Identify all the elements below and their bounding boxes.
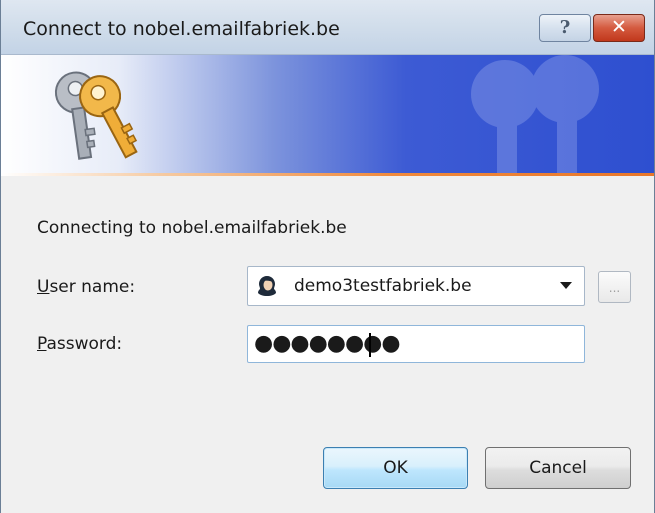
password-label-accel: P — [37, 334, 47, 354]
dialog-window: Connect to nobel.emailfabriek.be ? ✕ Con… — [0, 0, 655, 513]
password-label-rest: assword: — [46, 334, 123, 354]
username-combobox[interactable]: demo3testfabriek.be — [247, 266, 585, 306]
browse-credentials-button[interactable]: ... — [598, 271, 631, 303]
close-icon: ✕ — [611, 16, 627, 38]
user-icon — [258, 276, 276, 296]
close-button[interactable]: ✕ — [593, 14, 645, 42]
help-button[interactable]: ? — [539, 14, 591, 42]
window-title: Connect to nobel.emailfabriek.be — [23, 18, 340, 40]
username-label-rest: ser name: — [49, 277, 136, 297]
username-label-accel: U — [37, 277, 50, 297]
cancel-button[interactable]: Cancel — [485, 447, 631, 489]
dialog-content: Connecting to nobel.emailfabriek.be User… — [1, 176, 654, 513]
header-banner — [1, 55, 654, 173]
username-value: demo3testfabriek.be — [294, 276, 472, 296]
help-icon: ? — [559, 17, 571, 38]
password-label: Password: — [37, 334, 122, 354]
chevron-down-icon[interactable] — [560, 282, 572, 289]
ok-button[interactable]: OK — [323, 447, 468, 489]
keys-icon — [54, 71, 138, 160]
keys-watermark-icon — [471, 55, 599, 173]
connecting-text: Connecting to nobel.emailfabriek.be — [37, 218, 347, 238]
title-bar[interactable]: Connect to nobel.emailfabriek.be ? ✕ — [1, 0, 654, 55]
username-label: User name: — [37, 277, 135, 297]
password-field[interactable]: ●●●●●●●● — [247, 325, 585, 363]
text-caret — [369, 333, 371, 357]
password-value: ●●●●●●●● — [254, 331, 401, 356]
